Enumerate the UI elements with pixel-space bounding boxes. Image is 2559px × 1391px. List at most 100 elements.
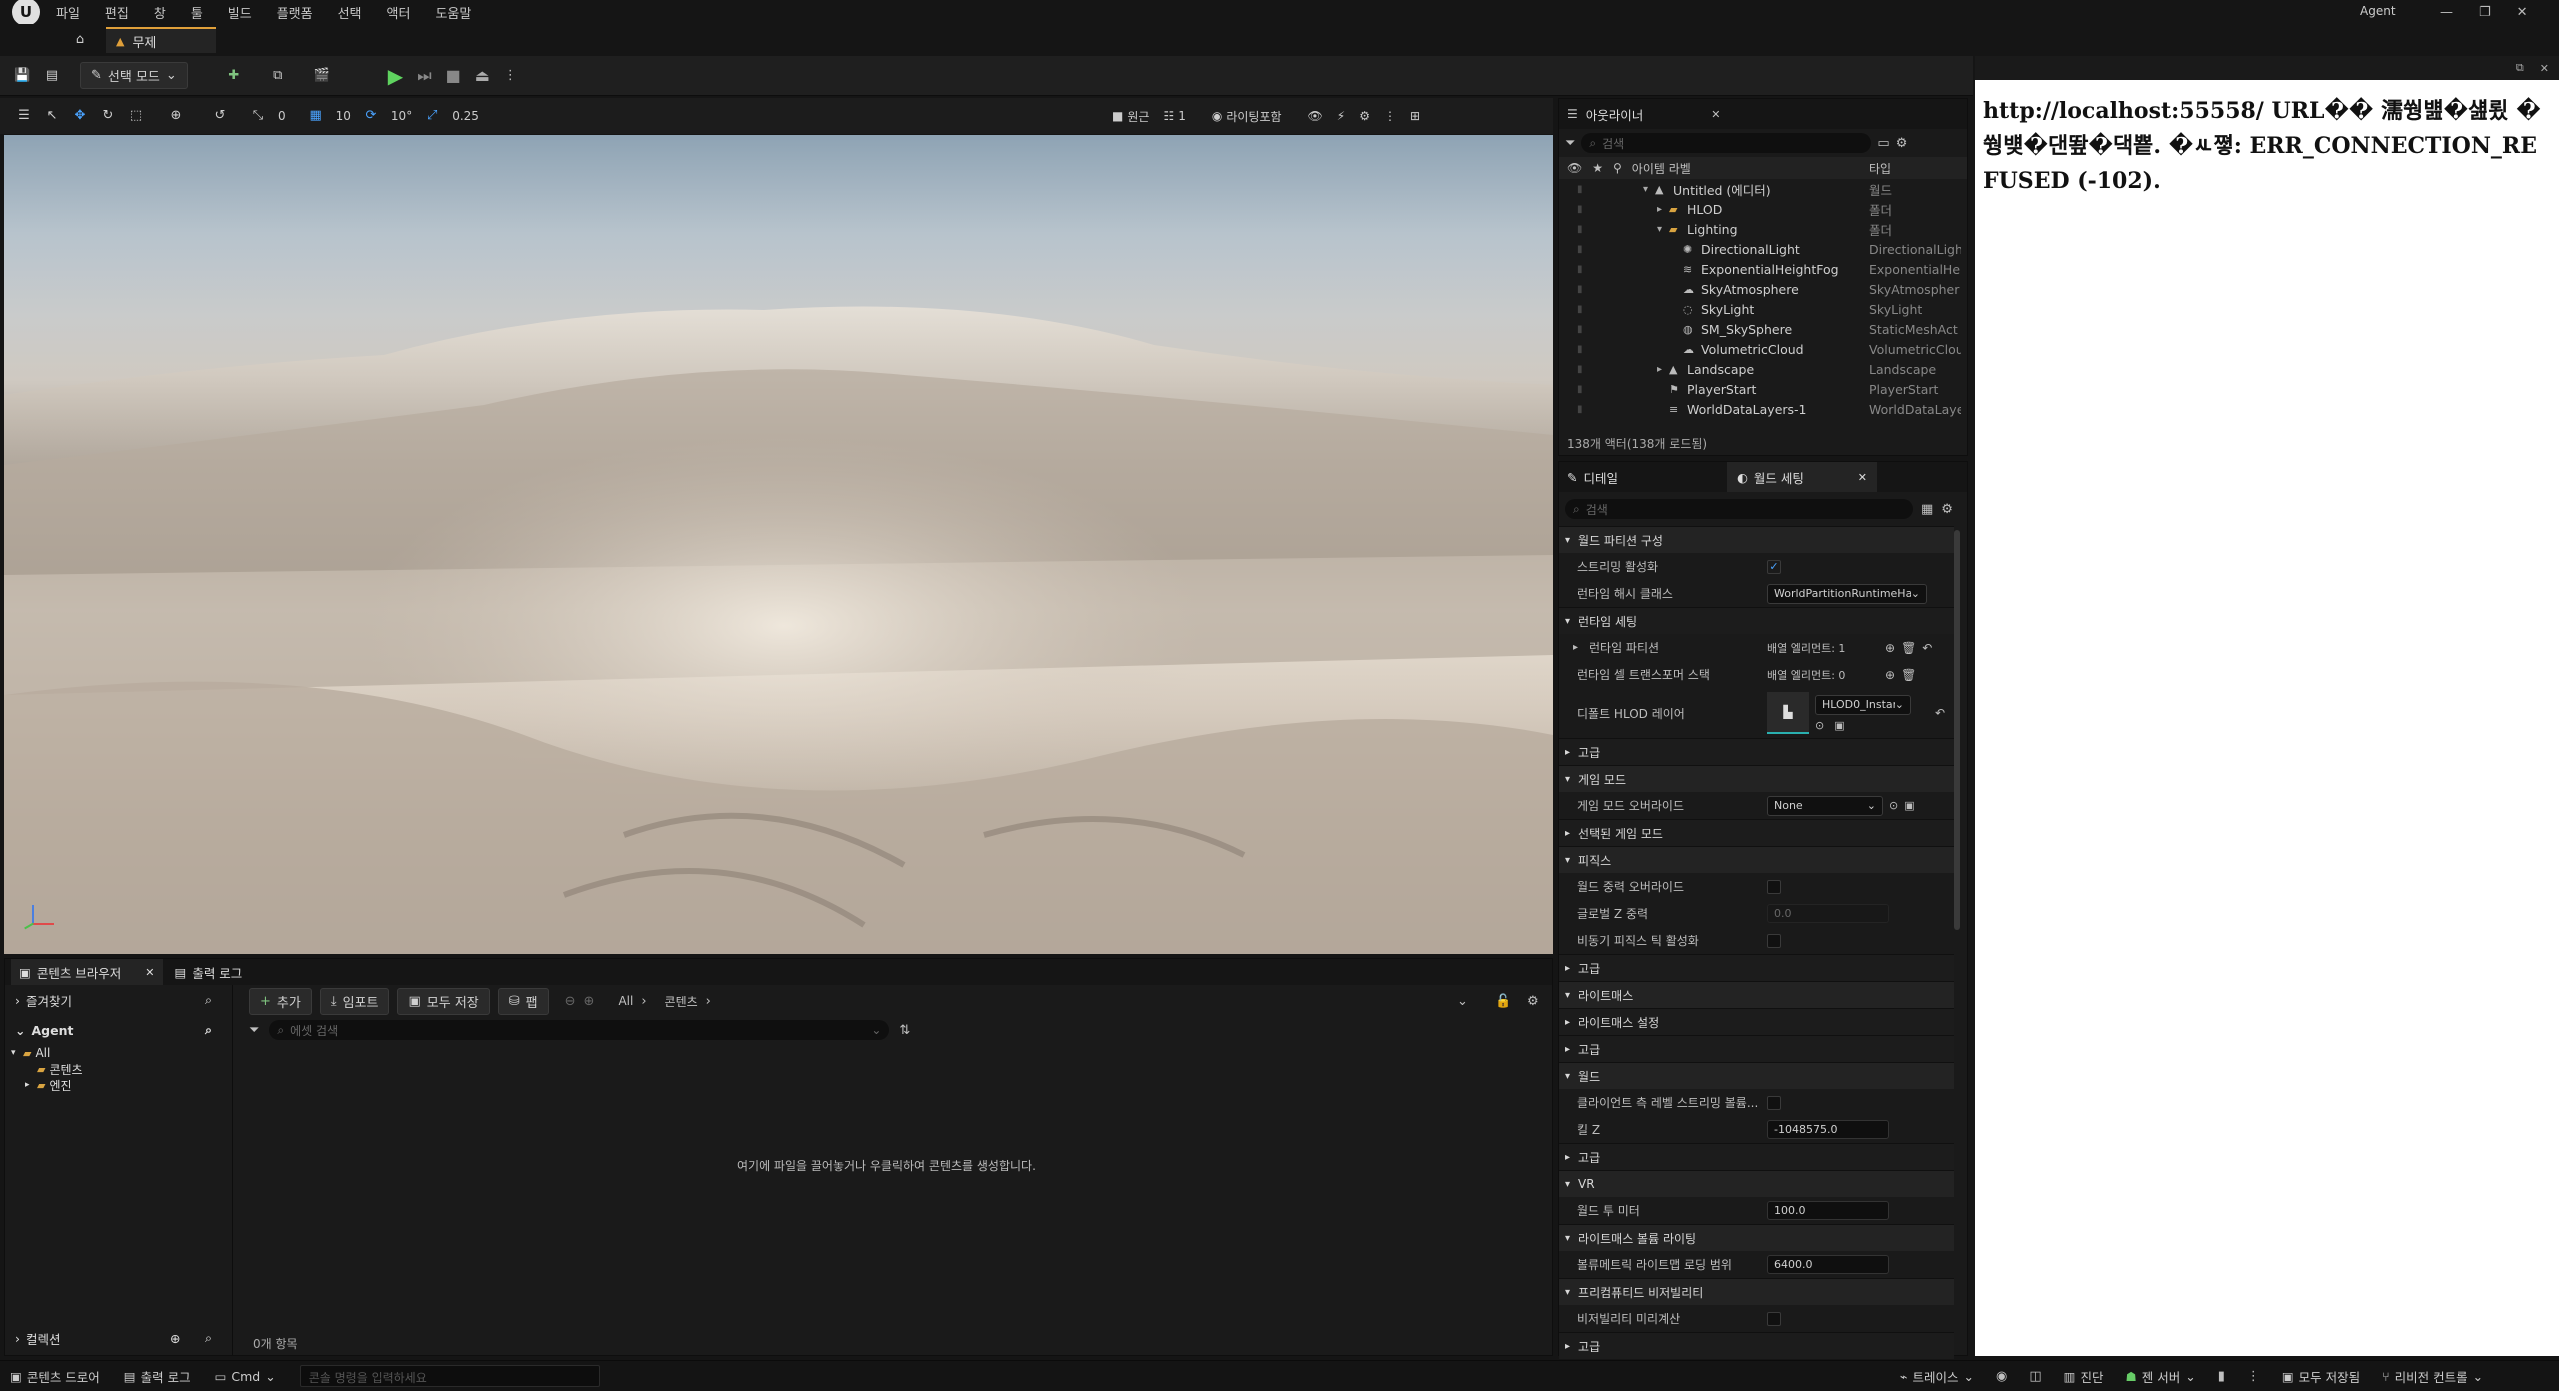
close-tab-icon[interactable]: ✕	[1858, 471, 1867, 484]
output-log-button[interactable]: ▤ 출력 로그	[124, 1367, 191, 1386]
property-dropdown[interactable]: WorldPartitionRuntimeHa ⌄	[1767, 583, 1927, 604]
delete-icon[interactable]: 🗑	[1901, 641, 1916, 655]
viewport-menu-icon[interactable]: ☰	[16, 108, 32, 124]
col-type[interactable]: 타입	[1869, 160, 1891, 177]
filter-icon[interactable]: ⏷	[1565, 136, 1575, 151]
details-category[interactable]: ▾ 월드	[1559, 1062, 1954, 1089]
sort-icon[interactable]: ⇅	[899, 1023, 910, 1038]
chevron-down-icon[interactable]: ▾	[1657, 224, 1662, 235]
visibility-toggle-icon[interactable]: ▮	[1577, 204, 1583, 215]
revision-control-button[interactable]: ⑂ 리비전 컨트롤 ⌄	[2382, 1367, 2483, 1386]
property-checkbox[interactable]	[1767, 933, 1781, 948]
asset-search-box[interactable]: ⌕ 에셋 검색 ⌄	[269, 1020, 890, 1040]
restore-icon[interactable]: ❐	[2479, 5, 2491, 20]
path-content[interactable]: 콘텐츠	[665, 993, 698, 1010]
outliner-row[interactable]: ▮ ✺ DirectionalLight DirectionalLight	[1559, 239, 1967, 259]
menu-item[interactable]: 도움말	[435, 3, 471, 22]
visibility-toggle-icon[interactable]: ▮	[1577, 404, 1583, 415]
add-element-icon[interactable]: ⊕	[1885, 668, 1895, 682]
history-forward-icon[interactable]: ⊕	[584, 994, 595, 1009]
folder-tree-item[interactable]: ▸ ▰ 엔진	[5, 1077, 232, 1093]
details-search-box[interactable]: ⌕ 검색	[1565, 499, 1913, 519]
scale-tool-icon[interactable]: ⬚	[128, 108, 144, 124]
project-header[interactable]: ⌄ Agent ⌕	[5, 1015, 232, 1045]
rotate-snap-value[interactable]: 10°	[391, 109, 412, 123]
details-category[interactable]: ▾ 월드 파티션 구성	[1559, 526, 1954, 553]
blueprint-icon[interactable]: ⧉	[270, 68, 286, 84]
more-options-icon[interactable]: ⋮	[2247, 1369, 2260, 1384]
visibility-toggle-icon[interactable]: ▮	[1577, 244, 1583, 255]
outliner-settings-icon[interactable]: ⚙	[1896, 136, 1908, 151]
history-back-icon[interactable]: ⊖	[565, 994, 576, 1009]
property-dropdown[interactable]: None ⌄	[1767, 795, 1883, 816]
outliner-row[interactable]: ▮ ⚑ PlayerStart PlayerStart	[1559, 379, 1967, 399]
search-icon[interactable]: ⌕	[205, 992, 212, 1008]
eject-icon[interactable]: ⏏	[475, 66, 490, 85]
add-element-icon[interactable]: ⊕	[1885, 641, 1895, 655]
save-icon[interactable]: 💾	[14, 68, 30, 84]
derived-data-button[interactable]: ▥ 진단	[2064, 1367, 2104, 1386]
delete-icon[interactable]: 🗑	[1901, 668, 1916, 682]
stats-icon[interactable]: ▮	[2218, 1369, 2225, 1384]
pin-icon[interactable]: ★	[1592, 161, 1603, 175]
visibility-toggle-icon[interactable]: ▮	[1577, 364, 1583, 375]
menu-item[interactable]: 창	[154, 3, 166, 22]
outliner-row[interactable]: ▮ ≋ ExponentialHeightFog ExponentialHei	[1559, 259, 1967, 279]
chevron-right-icon[interactable]: ▸	[1657, 204, 1662, 215]
details-category[interactable]: ▾ 라이트매스 볼륨 라이팅	[1559, 1224, 1954, 1251]
select-tool-icon[interactable]: ↖	[44, 108, 60, 124]
details-subcategory[interactable]: ▾ 런타임 세팅	[1559, 607, 1954, 634]
details-subcategory[interactable]: ▸ 선택된 게임 모드	[1559, 819, 1954, 846]
step-icon[interactable]: ⏭	[417, 66, 431, 86]
lock-icon[interactable]: ⚲	[1613, 161, 1622, 175]
show-icon[interactable]: 👁	[1308, 109, 1323, 123]
visibility-toggle-icon[interactable]: ▮	[1577, 264, 1583, 275]
save-status-button[interactable]: ▣ 모두 저장됨	[2282, 1367, 2360, 1386]
path-all[interactable]: All	[618, 994, 633, 1008]
minimize-icon[interactable]: —	[2440, 5, 2453, 20]
lock-icon[interactable]: 🔓	[1495, 994, 1511, 1009]
play-icon[interactable]: ▶	[388, 64, 403, 88]
rotate-snap-icon[interactable]: ⟳	[363, 108, 379, 124]
menu-item[interactable]: 툴	[191, 3, 203, 22]
move-tool-icon[interactable]: ✥	[72, 108, 88, 124]
property-number-field[interactable]: 0.0	[1767, 904, 1889, 923]
chevron-right-icon[interactable]: ▸	[1573, 642, 1578, 653]
cam-speed-value[interactable]: 0	[278, 109, 286, 123]
zen-server-button[interactable]: ☗ 젠 서버 ⌄	[2126, 1367, 2196, 1386]
visibility-icon[interactable]: 👁	[1567, 161, 1582, 175]
favorites-header[interactable]: › 즐겨찾기 ⌕	[5, 985, 232, 1015]
import-button[interactable]: ⤓ 임포트	[319, 987, 390, 1015]
menu-item[interactable]: 액터	[387, 3, 411, 22]
fab-button[interactable]: ⛁ 팹	[497, 987, 549, 1015]
details-subcategory[interactable]: ▸ 고급	[1559, 738, 1954, 765]
collections-header[interactable]: › 컬렉션 ⊕ ⌕	[5, 1323, 233, 1353]
home-icon[interactable]: ⌂	[72, 32, 88, 48]
details-subcategory[interactable]: ▸ 고급	[1559, 954, 1954, 981]
maximize-viewport-icon[interactable]: ⊞	[1410, 109, 1420, 123]
add-folder-icon[interactable]: ▭	[1877, 136, 1889, 151]
property-number-field[interactable]: 6400.0	[1767, 1255, 1889, 1274]
chevron-down-icon[interactable]: ▾	[1643, 184, 1648, 195]
rotate-tool-icon[interactable]: ↻	[100, 108, 116, 124]
outliner-row[interactable]: ▮ ◌ SkyLight SkyLight	[1559, 299, 1967, 319]
float-icon[interactable]: ⧉	[2516, 61, 2524, 75]
chevron-right-icon[interactable]: ▸	[1657, 364, 1662, 375]
visibility-toggle-icon[interactable]: ▮	[1577, 184, 1583, 195]
visibility-toggle-icon[interactable]: ▮	[1577, 224, 1583, 235]
details-category[interactable]: ▾ 피직스	[1559, 846, 1954, 873]
table-view-icon[interactable]: ▦	[1921, 502, 1933, 517]
world-settings-tab[interactable]: ◐ 월드 세팅 ✕	[1727, 462, 1877, 492]
outliner-row[interactable]: ▮ ☁ SkyAtmosphere SkyAtmospher	[1559, 279, 1967, 299]
more-options-icon[interactable]: ⋮	[504, 68, 517, 83]
visibility-toggle-icon[interactable]: ▮	[1577, 304, 1583, 315]
mode-select-button[interactable]: ✎ 선택 모드 ⌄	[80, 62, 188, 89]
asset-thumbnail[interactable]: ▙	[1767, 692, 1809, 734]
details-subcategory[interactable]: ▸ 고급	[1559, 1332, 1954, 1359]
close-tab-icon[interactable]: ✕	[1711, 108, 1720, 121]
folder-tree-item[interactable]: ▰ 콘텐츠	[5, 1061, 232, 1077]
screenshot-icon[interactable]: ◫	[2029, 1369, 2041, 1384]
outliner-row[interactable]: ▮ ▾ ▲ Untitled (에디터) 월드	[1559, 179, 1967, 199]
folder-tree-item[interactable]: ▾ ▰ All	[5, 1045, 232, 1061]
visibility-toggle-icon[interactable]: ▮	[1577, 324, 1583, 335]
